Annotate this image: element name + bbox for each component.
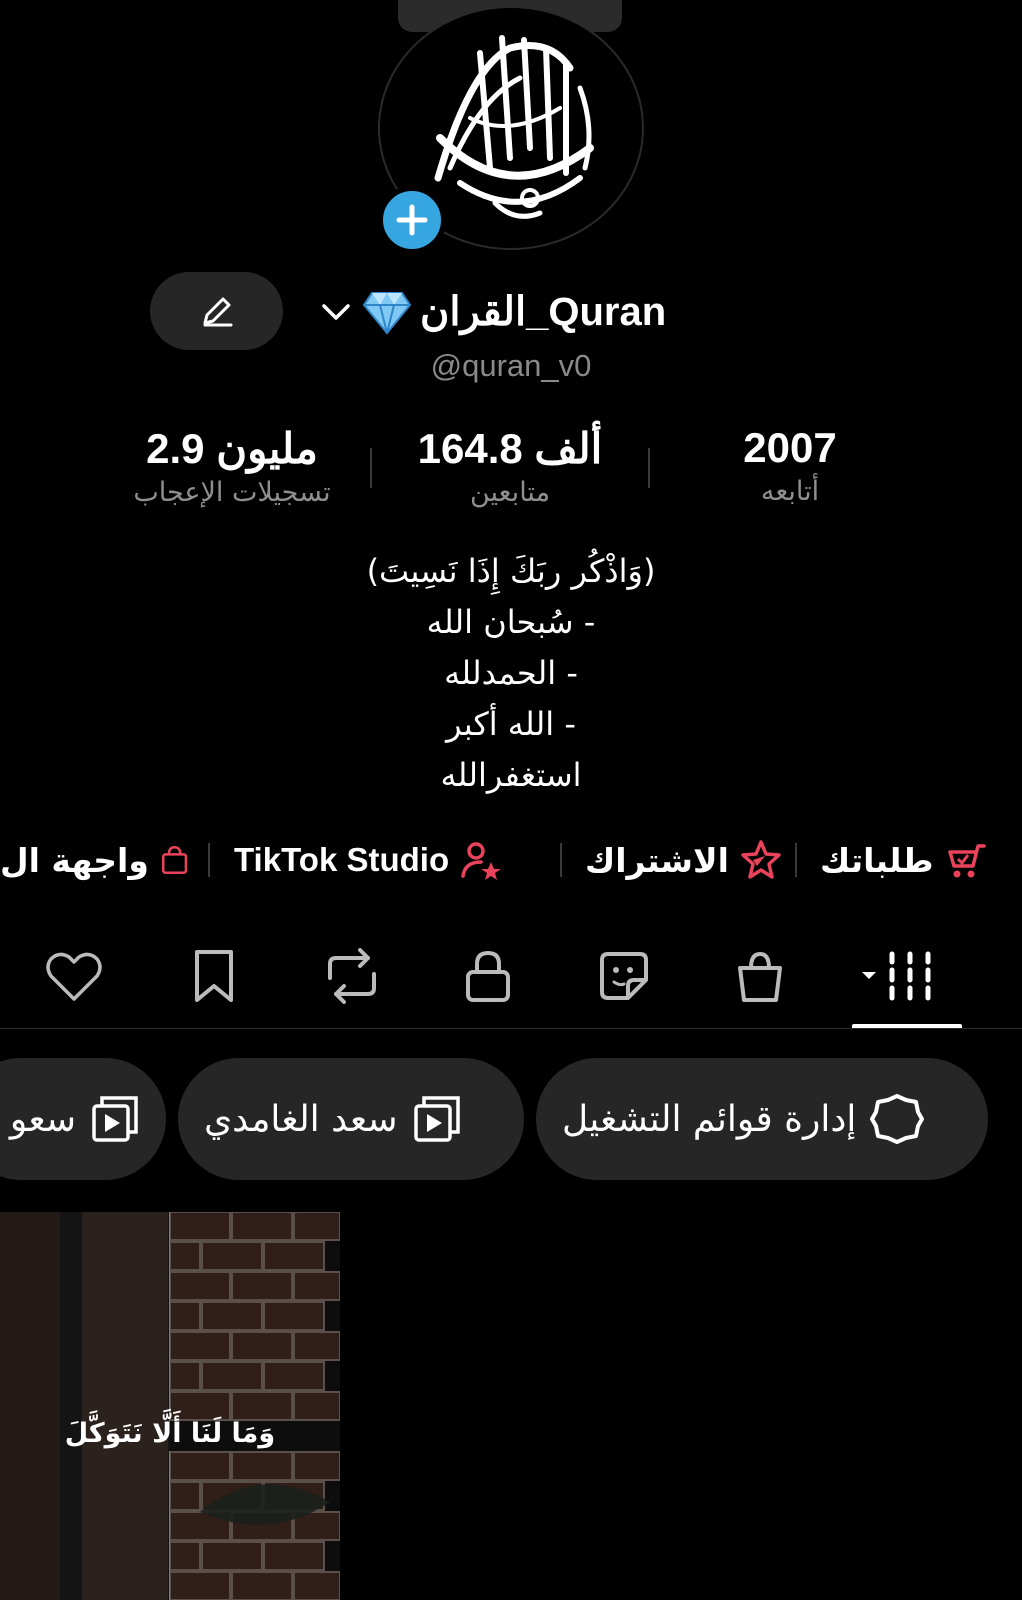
- profile-bio: (وَاذْكُر ربَكَ إِذَا نَسِيتَ) - سُبحان …: [260, 546, 762, 801]
- heart-icon: [46, 952, 102, 1001]
- subscription-link-label: الاشتراك: [585, 840, 729, 880]
- likes-count: 2.9 مليون: [146, 425, 318, 472]
- following-label: أتابعه: [760, 476, 820, 507]
- stat-divider: [648, 448, 650, 488]
- chevron-down-icon[interactable]: [318, 294, 354, 330]
- tiktok-studio-link[interactable]: TikTok Studio: [234, 830, 503, 890]
- star-badge-icon: [741, 840, 781, 879]
- tab-videos[interactable]: [858, 946, 948, 1006]
- bio-line: (وَاذْكُر ربَكَ إِذَا نَسِيتَ): [366, 552, 656, 590]
- video-caption: وَمَا لَنَا أَلَّا نَتَوَكَّلَ: [64, 1418, 276, 1449]
- following-stat[interactable]: 2007 أتابعه: [690, 424, 890, 507]
- likes-stat[interactable]: 2.9 مليون تسجيلات الإعجاب: [100, 424, 364, 508]
- cart-icon: [947, 844, 986, 878]
- brick-wall-image: [0, 1212, 340, 1600]
- tabs-divider: [0, 1028, 1022, 1029]
- likes-label: تسجيلات الإعجاب: [133, 477, 331, 508]
- plus-icon: [396, 204, 428, 236]
- bag-icon: [738, 951, 782, 1002]
- followers-count: 164.8 ألف: [417, 425, 603, 472]
- manage-playlists-chip[interactable]: إدارة قوائم التشغيل: [536, 1058, 988, 1180]
- bio-line: استغفرالله: [440, 756, 582, 794]
- shopping-bag-icon: [161, 846, 187, 874]
- grid-videos-icon: [862, 951, 931, 1001]
- bookmark-icon: [195, 950, 233, 1002]
- following-count: 2007: [743, 424, 837, 471]
- tab-reposts[interactable]: [322, 946, 382, 1006]
- repost-icon: [328, 948, 376, 1004]
- storefront-link-label: واجهة ال: [0, 840, 149, 880]
- tab-private[interactable]: [458, 946, 518, 1006]
- tiktok-studio-label: TikTok Studio: [234, 841, 450, 878]
- playlist-icon: [413, 1096, 460, 1142]
- diamond-icon: [362, 292, 412, 335]
- display-name: القران_Quran: [420, 290, 667, 334]
- quick-links-row: طلباتك الاشتراك TikTok Studio واجهة ال: [0, 830, 1022, 890]
- pencil-icon: [203, 297, 232, 327]
- manage-playlists-label: إدارة قوائم التشغيل: [562, 1098, 857, 1140]
- video-thumbnail[interactable]: [0, 1212, 340, 1600]
- followers-stat[interactable]: 164.8 ألف متابعين: [380, 424, 640, 508]
- stat-divider: [370, 448, 372, 488]
- tab-liked[interactable]: [44, 946, 104, 1006]
- playlist-label: سعو: [9, 1098, 76, 1140]
- playlist-icon: [92, 1096, 138, 1142]
- bio-line: - الحمدلله: [444, 654, 578, 692]
- bio-line: - سُبحان الله: [426, 603, 596, 641]
- gear-icon: [870, 1094, 925, 1144]
- link-divider: [795, 843, 797, 877]
- tab-favorites[interactable]: [184, 946, 244, 1006]
- link-divider: [560, 843, 562, 877]
- edit-profile-button[interactable]: [150, 272, 283, 350]
- playlist-chip[interactable]: سعد الغامدي: [178, 1058, 524, 1180]
- storefront-link[interactable]: واجهة ال: [0, 830, 190, 890]
- profile-name-row[interactable]: القران_Quran: [318, 284, 718, 340]
- orders-link-label: طلباتك: [820, 840, 934, 880]
- bio-line: - الله أكبر: [446, 705, 576, 743]
- tab-shop[interactable]: [730, 946, 790, 1006]
- add-story-button[interactable]: [378, 186, 446, 254]
- tab-stickers[interactable]: [594, 946, 654, 1006]
- lock-icon: [466, 950, 510, 1002]
- person-star-icon: [461, 842, 502, 880]
- followers-label: متابعين: [469, 477, 551, 508]
- playlist-chip[interactable]: سعو: [0, 1058, 166, 1180]
- playlist-label: سعد الغامدي: [204, 1098, 398, 1140]
- orders-link[interactable]: طلباتك: [820, 830, 988, 890]
- profile-handle: @quran_v0: [430, 348, 592, 383]
- subscription-link[interactable]: الاشتراك: [585, 830, 783, 890]
- sticker-icon: [600, 952, 648, 1000]
- link-divider: [208, 843, 210, 877]
